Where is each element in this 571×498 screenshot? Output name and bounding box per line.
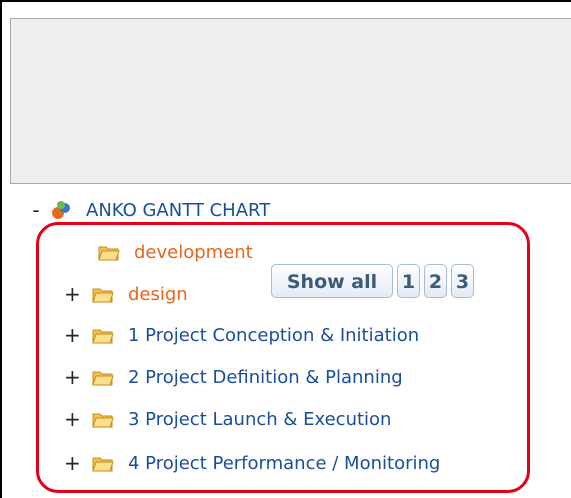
tree-item-label[interactable]: design	[128, 284, 188, 305]
collapse-toggle[interactable]: -	[28, 200, 44, 220]
folder-icon	[92, 413, 114, 428]
tree-item-label[interactable]: 2 Project Definition & Planning	[128, 367, 403, 388]
page-3-button[interactable]: 3	[451, 264, 474, 298]
tree-item-label[interactable]: 4 Project Performance / Monitoring	[128, 453, 440, 474]
tree-item[interactable]: development	[70, 237, 253, 267]
tree-item-label[interactable]: 3 Project Launch & Execution	[128, 409, 391, 430]
expand-toggle[interactable]: +	[64, 325, 81, 345]
tree-item-label[interactable]: development	[134, 242, 253, 263]
folder-icon	[92, 371, 114, 386]
tree-item[interactable]: + 4 Project Performance / Monitoring	[64, 448, 440, 478]
tree-item[interactable]: + 1 Project Conception & Initiation	[64, 320, 419, 350]
project-root-icon	[52, 201, 70, 219]
tree-item[interactable]: + design	[64, 279, 188, 309]
folder-icon	[92, 288, 114, 303]
expand-toggle[interactable]: +	[64, 367, 81, 387]
page-1-button[interactable]: 1	[397, 264, 420, 298]
folder-icon	[92, 329, 114, 344]
folder-icon	[98, 246, 120, 261]
folder-icon	[92, 457, 114, 472]
window-frame: Show all 1 2 3 - ANKO GANTT CHART develo…	[0, 0, 571, 498]
page-2-button[interactable]: 2	[424, 264, 447, 298]
pager: Show all 1 2 3	[271, 264, 474, 300]
frame-border-top	[0, 0, 571, 2]
tree-root-label[interactable]: ANKO GANTT CHART	[86, 200, 270, 221]
frame-border-left	[0, 0, 2, 498]
tree-item[interactable]: + 2 Project Definition & Planning	[64, 362, 403, 392]
show-all-button[interactable]: Show all	[271, 264, 393, 298]
tree-item[interactable]: + 3 Project Launch & Execution	[64, 404, 391, 434]
expand-toggle[interactable]: +	[64, 409, 81, 429]
expand-toggle[interactable]: +	[64, 284, 81, 304]
tree-item-label[interactable]: 1 Project Conception & Initiation	[128, 325, 419, 346]
expand-toggle[interactable]: +	[64, 453, 81, 473]
toolbar-header	[10, 18, 571, 184]
tree-root-row[interactable]: - ANKO GANTT CHART	[28, 195, 270, 225]
